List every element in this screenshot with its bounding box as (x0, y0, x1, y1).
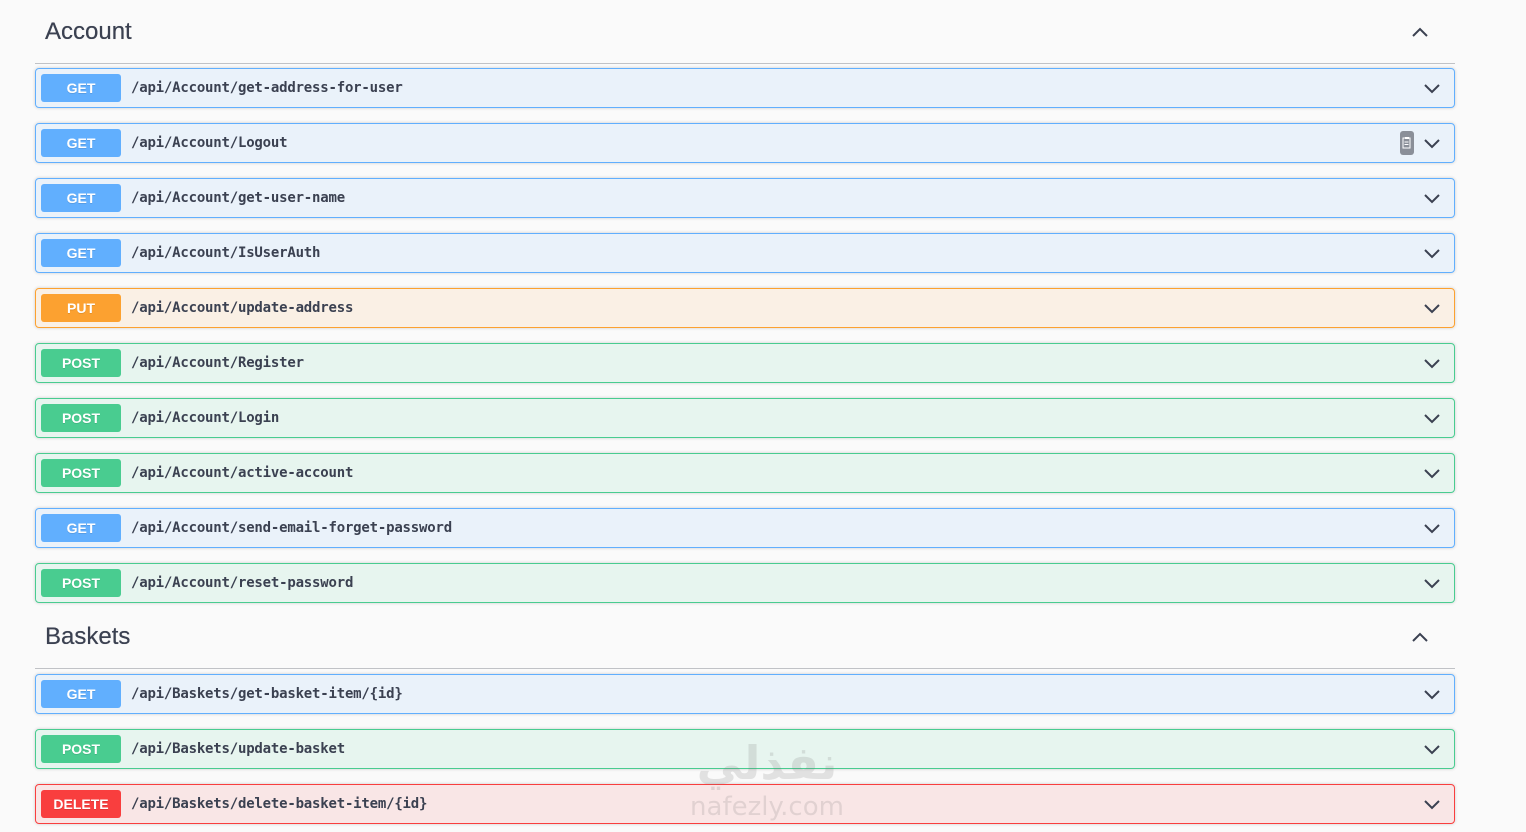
operation-path: /api/Baskets/update-basket (131, 741, 345, 757)
section-header-baskets[interactable]: Baskets (35, 605, 1455, 669)
method-badge: GET (41, 680, 121, 708)
chevron-down-icon[interactable] (1420, 186, 1444, 210)
operation-row[interactable]: GET /api/Account/IsUserAuth (35, 233, 1455, 273)
method-badge: GET (41, 129, 121, 157)
method-badge: GET (41, 74, 121, 102)
chevron-down-icon[interactable] (1420, 682, 1444, 706)
operation-path: /api/Account/active-account (131, 465, 354, 481)
section-account: Account (35, 0, 1455, 64)
operation-row[interactable]: GET /api/Account/Logout (35, 123, 1455, 163)
method-badge: POST (41, 735, 121, 763)
method-badge: POST (41, 569, 121, 597)
operation-path: /api/Account/Logout (131, 135, 288, 151)
method-badge: GET (41, 184, 121, 212)
chevron-down-icon[interactable] (1420, 76, 1444, 100)
copy-icon[interactable] (1400, 131, 1414, 155)
method-badge: POST (41, 459, 121, 487)
operation-path: /api/Account/Register (131, 355, 304, 371)
operation-row[interactable]: GET /api/Account/get-address-for-user (35, 68, 1455, 108)
chevron-up-icon[interactable] (1409, 21, 1431, 43)
section-title: Baskets (45, 622, 131, 650)
method-badge: POST (41, 404, 121, 432)
operation-path: /api/Account/Login (131, 410, 280, 426)
chevron-down-icon[interactable] (1420, 241, 1444, 265)
method-badge: DELETE (41, 790, 121, 818)
operation-row[interactable]: GET /api/Account/send-email-forget-passw… (35, 508, 1455, 548)
operation-row[interactable]: POST /api/Account/Register (35, 343, 1455, 383)
operation-path: /api/Account/IsUserAuth (131, 245, 321, 261)
operation-path: /api/Account/reset-password (131, 575, 354, 591)
chevron-down-icon[interactable] (1420, 792, 1444, 816)
operation-path: /api/Baskets/delete-basket-item/{id} (131, 796, 428, 812)
chevron-down-icon[interactable] (1420, 131, 1444, 155)
swagger-ui: Account GET /api/Account/get-address-for… (0, 0, 1526, 832)
operation-path: /api/Account/update-address (131, 300, 354, 316)
operation-row[interactable]: POST /api/Account/active-account (35, 453, 1455, 493)
chevron-down-icon[interactable] (1420, 516, 1444, 540)
operation-row[interactable]: GET /api/Account/get-user-name (35, 178, 1455, 218)
chevron-down-icon[interactable] (1420, 461, 1444, 485)
method-badge: PUT (41, 294, 121, 322)
chevron-down-icon[interactable] (1420, 351, 1444, 375)
chevron-down-icon[interactable] (1420, 571, 1444, 595)
operation-row[interactable]: POST /api/Account/reset-password (35, 563, 1455, 603)
chevron-down-icon[interactable] (1420, 737, 1444, 761)
operation-row[interactable]: DELETE /api/Baskets/delete-basket-item/{… (35, 784, 1455, 824)
operation-path: /api/Baskets/get-basket-item/{id} (131, 686, 403, 702)
operation-row[interactable]: POST /api/Account/Login (35, 398, 1455, 438)
method-badge: POST (41, 349, 121, 377)
method-badge: GET (41, 514, 121, 542)
operation-row[interactable]: GET /api/Baskets/get-basket-item/{id} (35, 674, 1455, 714)
method-badge: GET (41, 239, 121, 267)
operation-row[interactable]: PUT /api/Account/update-address (35, 288, 1455, 328)
section-baskets: Baskets (35, 605, 1455, 669)
operation-row[interactable]: POST /api/Baskets/update-basket (35, 729, 1455, 769)
chevron-up-icon[interactable] (1409, 626, 1431, 648)
operation-path: /api/Account/get-address-for-user (131, 80, 403, 96)
operation-path: /api/Account/get-user-name (131, 190, 345, 206)
section-title: Account (45, 17, 132, 45)
operation-path: /api/Account/send-email-forget-password (131, 520, 452, 536)
chevron-down-icon[interactable] (1420, 406, 1444, 430)
section-header-account[interactable]: Account (35, 0, 1455, 64)
chevron-down-icon[interactable] (1420, 296, 1444, 320)
